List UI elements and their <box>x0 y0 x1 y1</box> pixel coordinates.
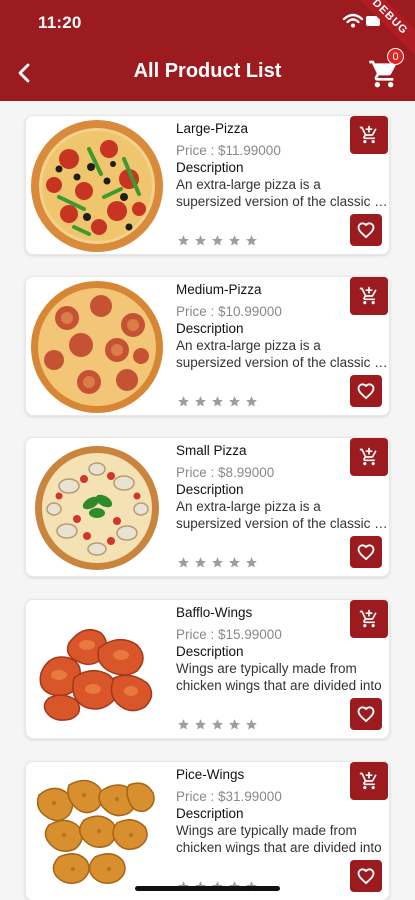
add-cart-icon <box>359 771 377 790</box>
heart-icon <box>357 383 375 400</box>
rating-stars[interactable] <box>177 395 258 408</box>
app-bar: 11:20 DEBUG All Product List 0 <box>0 0 415 101</box>
chicken-wings-image <box>39 628 153 721</box>
add-cart-icon <box>359 447 377 466</box>
heart-icon <box>357 868 375 885</box>
star-icon[interactable] <box>228 395 241 408</box>
star-icon[interactable] <box>194 234 207 247</box>
product-price: Price : $11.99000 <box>176 143 281 158</box>
description-label: Description <box>176 806 244 821</box>
star-icon[interactable] <box>194 395 207 408</box>
product-description: An extra-large pizza is a supersized ver… <box>176 499 391 531</box>
product-price: Price : $31.99000 <box>176 789 282 804</box>
favorite-button[interactable] <box>350 536 382 568</box>
add-to-cart-button[interactable] <box>350 762 388 800</box>
product-card[interactable]: Bafflo-Wings Price : $15.99000 Descripti… <box>25 599 390 739</box>
star-icon[interactable] <box>245 234 258 247</box>
description-label: Description <box>176 321 244 336</box>
favorite-button[interactable] <box>350 698 382 730</box>
product-card[interactable]: Medium-Pizza Price : $10.99000 Descripti… <box>25 276 391 416</box>
product-description: An extra-large pizza is a supersized ver… <box>176 338 391 370</box>
star-icon[interactable] <box>211 234 224 247</box>
star-icon[interactable] <box>177 234 190 247</box>
add-to-cart-button[interactable] <box>350 438 388 476</box>
product-name: Pice-Wings <box>176 767 245 782</box>
heart-icon <box>357 706 375 723</box>
rating-stars[interactable] <box>177 718 258 731</box>
product-name: Medium-Pizza <box>176 282 262 297</box>
product-name: Bafflo-Wings <box>176 605 253 620</box>
rating-stars[interactable] <box>177 556 258 569</box>
star-icon[interactable] <box>194 718 207 731</box>
star-icon[interactable] <box>228 718 241 731</box>
star-icon[interactable] <box>177 395 190 408</box>
rating-stars[interactable] <box>177 234 258 247</box>
star-icon[interactable] <box>177 556 190 569</box>
heart-icon <box>357 544 375 561</box>
pizza-pepperoni-image <box>31 120 163 252</box>
favorite-button[interactable] <box>350 375 382 407</box>
product-name: Large-Pizza <box>176 121 249 136</box>
star-icon[interactable] <box>194 556 207 569</box>
home-indicator[interactable] <box>135 886 280 891</box>
add-cart-icon <box>359 125 377 144</box>
star-icon[interactable] <box>177 718 190 731</box>
page-title: All Product List <box>133 60 282 82</box>
star-icon[interactable] <box>211 718 224 731</box>
pizza-mushroom-image <box>35 446 159 570</box>
description-label: Description <box>176 644 244 659</box>
star-icon[interactable] <box>228 234 241 247</box>
star-icon[interactable] <box>245 556 258 569</box>
star-icon[interactable] <box>228 556 241 569</box>
product-list[interactable]: Large-Pizza Price : $11.99000 Descriptio… <box>0 101 415 900</box>
favorite-button[interactable] <box>350 214 382 246</box>
product-price: Price : $10.99000 <box>176 304 282 319</box>
favorite-button[interactable] <box>350 860 382 892</box>
product-name: Small Pizza <box>176 443 247 458</box>
add-cart-icon <box>359 609 377 628</box>
add-to-cart-button[interactable] <box>350 600 388 638</box>
fried-wings-image <box>36 779 155 884</box>
product-card[interactable]: Pice-Wings Price : $31.99000 Description… <box>25 761 390 900</box>
add-to-cart-button[interactable] <box>350 116 388 154</box>
star-icon[interactable] <box>245 718 258 731</box>
debug-ribbon: DEBUG <box>344 0 415 63</box>
heart-icon <box>357 222 375 239</box>
description-label: Description <box>176 482 244 497</box>
star-icon[interactable] <box>211 556 224 569</box>
star-icon[interactable] <box>245 395 258 408</box>
status-time: 11:20 <box>38 13 82 32</box>
product-price: Price : $15.99000 <box>176 627 282 642</box>
cart-count-badge: 0 <box>387 48 404 65</box>
product-description: Wings are typically made from chicken wi… <box>176 823 382 855</box>
star-icon[interactable] <box>211 395 224 408</box>
add-to-cart-button[interactable] <box>350 277 388 315</box>
description-label: Description <box>176 160 244 175</box>
product-description: Wings are typically made from chicken wi… <box>176 661 382 693</box>
product-card[interactable]: Small Pizza Price : $8.99000 Description… <box>25 437 391 577</box>
product-card[interactable]: Large-Pizza Price : $11.99000 Descriptio… <box>25 115 391 255</box>
product-price: Price : $8.99000 <box>176 465 275 480</box>
add-cart-icon <box>359 286 377 305</box>
product-description: An extra-large pizza is a supersized ver… <box>176 177 391 209</box>
pizza-salami-image <box>31 281 163 413</box>
